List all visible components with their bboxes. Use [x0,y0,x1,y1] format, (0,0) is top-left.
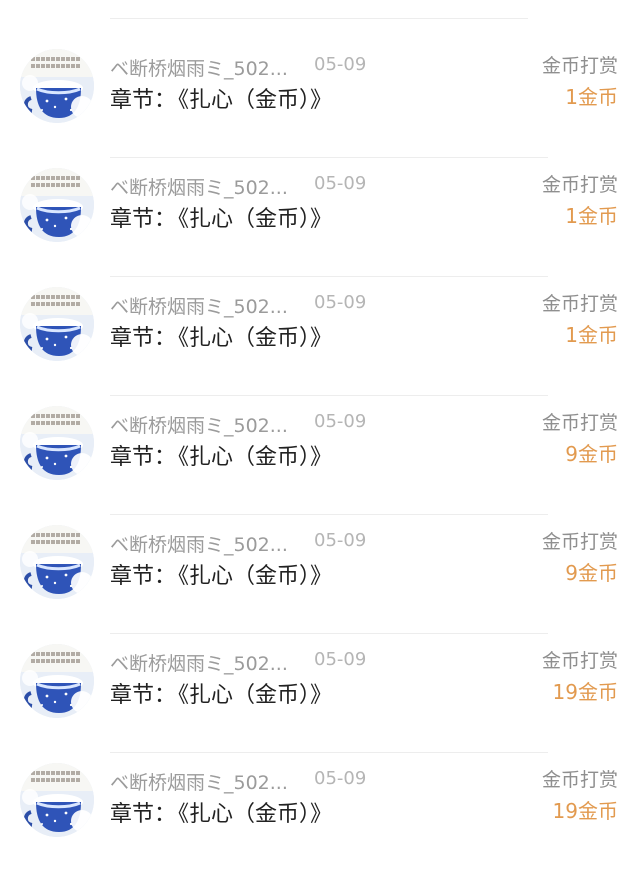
reward-date: 05-09 [314,649,367,670]
reward-amount: 19金币 [552,680,618,704]
avatar-icon[interactable] [20,763,94,837]
username[interactable]: ベ断桥烟雨ミ_502... [110,649,300,676]
reward-meta: ベ断桥烟雨ミ_502... 05-09 [110,768,366,795]
username[interactable]: ベ断桥烟雨ミ_502... [110,292,300,319]
chapter-info: 章节：《扎心（金币）》 [110,82,332,114]
reward-amount: 19金币 [552,799,618,823]
chapter-title[interactable]: 《扎心（金币）》 [178,326,332,351]
username[interactable]: ベ断桥烟雨ミ_502... [110,530,300,557]
reward-item-6[interactable]: ベ断桥烟雨ミ_502... 05-09 章节：《扎心（金币）》 金币打赏 19金币 [0,634,640,753]
chapter-info: 章节：《扎心（金币）》 [110,201,332,233]
chapter-label: 章节： [110,802,177,827]
chapter-title[interactable]: 《扎心（金币）》 [178,445,332,470]
reward-item-1[interactable]: ベ断桥烟雨ミ_502... 05-09 章节：《扎心（金币）》 金币打赏 1金币 [0,39,640,158]
chapter-info: 章节：《扎心（金币）》 [110,320,332,352]
avatar-icon[interactable] [20,287,94,361]
reward-item-2[interactable]: ベ断桥烟雨ミ_502... 05-09 章节：《扎心（金币）》 金币打赏 1金币 [0,158,640,277]
reward-meta: ベ断桥烟雨ミ_502... 05-09 [110,411,366,438]
reward-item-4[interactable]: ベ断桥烟雨ミ_502... 05-09 章节：《扎心（金币）》 金币打赏 9金币 [0,396,640,515]
username[interactable]: ベ断桥烟雨ミ_502... [110,173,300,200]
avatar-icon[interactable] [20,644,94,718]
reward-item-5[interactable]: ベ断桥烟雨ミ_502... 05-09 章节：《扎心（金币）》 金币打赏 9金币 [0,515,640,634]
username[interactable]: ベ断桥烟雨ミ_502... [110,411,300,438]
reward-meta: ベ断桥烟雨ミ_502... 05-09 [110,649,366,676]
chapter-title[interactable]: 《扎心（金币）》 [178,207,332,232]
reward-meta: ベ断桥烟雨ミ_502... 05-09 [110,173,366,200]
reward-meta: ベ断桥烟雨ミ_502... 05-09 [110,292,366,319]
reward-date: 05-09 [314,54,367,75]
chapter-label: 章节： [110,564,177,589]
reward-type-label: 金币打赏 [541,412,618,434]
chapter-label: 章节： [110,207,177,232]
chapter-title[interactable]: 《扎心（金币）》 [178,683,332,708]
reward-date: 05-09 [314,768,367,789]
chapter-label: 章节： [110,683,177,708]
reward-amount: 9金币 [565,442,618,466]
chapter-info: 章节：《扎心（金币）》 [110,677,332,709]
reward-item-7[interactable]: ベ断桥烟雨ミ_502... 05-09 章节：《扎心（金币）》 金币打赏 19金币 [0,753,640,872]
reward-date: 05-09 [314,292,367,313]
chapter-info: 章节：《扎心（金币）》 [110,558,332,590]
chapter-label: 章节： [110,445,177,470]
avatar-icon[interactable] [20,49,94,123]
reward-type-label: 金币打赏 [541,55,618,77]
chapter-title[interactable]: 《扎心（金币）》 [178,802,332,827]
chapter-title[interactable]: 《扎心（金币）》 [178,88,332,113]
username[interactable]: ベ断桥烟雨ミ_502... [110,768,300,795]
username[interactable]: ベ断桥烟雨ミ_502... [110,54,300,81]
top-divider [110,18,528,19]
reward-type-label: 金币打赏 [541,174,618,196]
reward-type-label: 金币打赏 [541,531,618,553]
reward-meta: ベ断桥烟雨ミ_502... 05-09 [110,54,366,81]
reward-type-label: 金币打赏 [541,650,618,672]
reward-date: 05-09 [314,530,367,551]
reward-amount: 9金币 [565,561,618,585]
reward-item-3[interactable]: ベ断桥烟雨ミ_502... 05-09 章节：《扎心（金币）》 金币打赏 1金币 [0,277,640,396]
avatar-icon[interactable] [20,168,94,242]
chapter-info: 章节：《扎心（金币）》 [110,439,332,471]
reward-date: 05-09 [314,173,367,194]
avatar-icon[interactable] [20,406,94,480]
chapter-title[interactable]: 《扎心（金币）》 [178,564,332,589]
reward-type-label: 金币打赏 [541,293,618,315]
reward-amount: 1金币 [565,323,618,347]
chapter-info: 章节：《扎心（金币）》 [110,796,332,828]
reward-type-label: 金币打赏 [541,769,618,791]
reward-meta: ベ断桥烟雨ミ_502... 05-09 [110,530,366,557]
reward-date: 05-09 [314,411,367,432]
reward-amount: 1金币 [565,85,618,109]
avatar-icon[interactable] [20,525,94,599]
reward-amount: 1金币 [565,204,618,228]
chapter-label: 章节： [110,326,177,351]
chapter-label: 章节： [110,88,177,113]
